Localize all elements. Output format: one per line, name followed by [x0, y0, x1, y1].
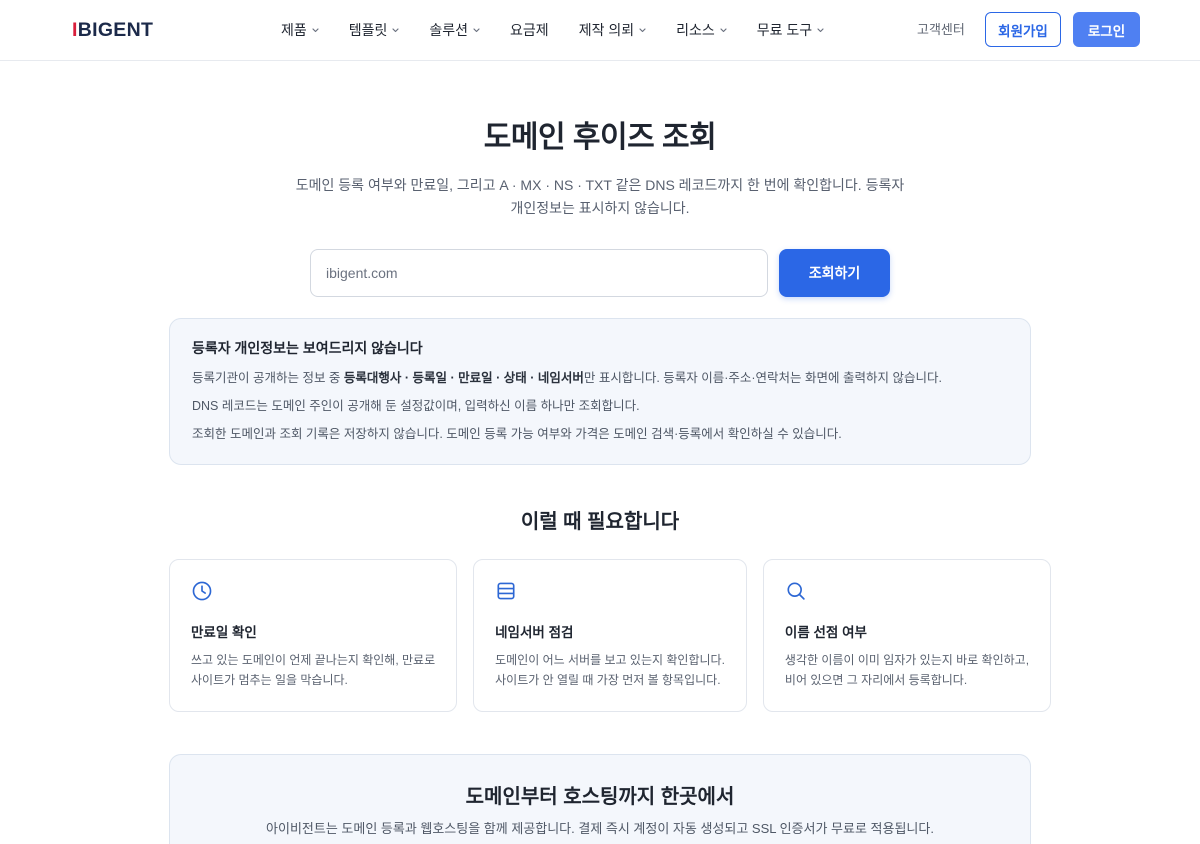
card-description: 생각한 이름이 이미 임자가 있는지 바로 확인하고, 비어 있으면 그 자리에… [785, 650, 1029, 690]
notice-body: 등록기관이 공개하는 정보 중 등록대행사 · 등록일 · 만료일 · 상태 ·… [192, 364, 1008, 448]
nav-item-label: 제품 [281, 22, 307, 38]
chevron-down-icon [817, 27, 824, 32]
nav-item-products[interactable]: 제품 [281, 20, 319, 40]
use-cases-heading: 이럴 때 필요합니다 [520, 511, 680, 533]
use-case-card-availability: 이름 선점 여부 생각한 이름이 이미 임자가 있는지 바로 확인하고, 비어 … [762, 559, 1052, 712]
card-description: 쓰고 있는 도메인이 언제 끝나는지 확인해, 만료로 사이트가 멈추는 일을 … [191, 650, 435, 690]
notice-text: 등록기관이 공개하는 정보 중 [192, 371, 344, 385]
support-link[interactable]: 고객센터 [917, 21, 965, 39]
chevron-down-icon [720, 27, 727, 32]
promo-banner: 도메인부터 호스팅까지 한곳에서 아이비전트는 도메인 등록과 웹호스팅을 함께… [169, 754, 1031, 844]
card-title: 네임서버 점검 [495, 625, 574, 640]
chevron-down-icon [312, 27, 319, 32]
nav-item-label: 리소스 [676, 22, 715, 38]
clock-icon [191, 580, 213, 602]
card-title: 만료일 확인 [191, 625, 257, 640]
notice-text: 만 표시합니다. 등록자 이름·주소·연락처는 화면에 출력하지 않습니다. [583, 371, 942, 385]
notice-line: 등록기관이 공개하는 정보 중 등록대행사 · 등록일 · 만료일 · 상태 ·… [192, 364, 1008, 392]
login-button[interactable]: 로그인 [1073, 12, 1140, 47]
nav-item-solutions[interactable]: 솔루션 [429, 20, 480, 40]
page-subtitle-line: 개인정보는 표시하지 않습니다. [510, 200, 690, 216]
domain-search-input[interactable] [310, 249, 768, 297]
card-description-line: 사이트가 멈추는 일을 막습니다. [191, 673, 348, 687]
notice-line: 조회한 도메인과 조회 기록은 저장하지 않습니다. 도메인 등록 가능 여부와… [192, 427, 842, 441]
logo[interactable]: IBIGENT [72, 19, 153, 41]
site-header: IBIGENT 제품 템플릿 솔루션 요금제 제작 의뢰 리소스 무료 도구 고… [0, 0, 1200, 61]
chevron-down-icon [392, 27, 400, 32]
card-description: 도메인이 어느 서버를 보고 있는지 확인합니다. 사이트가 안 열릴 때 가장… [495, 650, 725, 690]
use-case-card-expiry: 만료일 확인 쓰고 있는 도메인이 언제 끝나는지 확인해, 만료로 사이트가 … [169, 559, 458, 712]
page-title: 도메인 후이즈 조회 [483, 121, 717, 154]
promo-text: 아이비전트는 도메인 등록과 웹호스팅을 함께 제공합니다. 결제 즉시 계정이… [266, 821, 934, 836]
card-description-line: 도메인이 어느 서버를 보고 있는지 확인합니다. [495, 653, 725, 667]
nav-item-resources[interactable]: 리소스 [676, 20, 727, 40]
signup-button[interactable]: 회원가입 [985, 12, 1061, 47]
nav-item-custom-build[interactable]: 제작 의뢰 [579, 20, 646, 40]
nav-item-label: 솔루션 [429, 22, 469, 38]
promo-heading: 도메인부터 호스팅까지 한곳에서 [465, 786, 735, 808]
card-description-line: 쓰고 있는 도메인이 언제 끝나는지 확인해, 만료로 [191, 653, 436, 667]
notice-line: DNS 레코드는 도메인 주인이 공개해 둔 설정값이며, 입력하신 이름 하나… [192, 399, 640, 413]
card-description-line: 생각한 이름이 이미 임자가 있는지 바로 확인하고, [784, 653, 1030, 667]
lookup-button[interactable]: 조회하기 [779, 249, 890, 297]
nav-item-templates[interactable]: 템플릿 [349, 20, 400, 40]
notice-emphasis: 등록대행사 · 등록일 · 만료일 · 상태 · 네임서버 [343, 371, 584, 385]
card-title: 이름 선점 여부 [784, 625, 867, 640]
chevron-down-icon [639, 27, 646, 32]
notice-title: 등록자 개인정보는 보여드리지 않습니다 [192, 340, 423, 356]
nav-item-label: 요금제 [510, 22, 549, 38]
nav-item-pricing[interactable]: 요금제 [510, 20, 549, 40]
card-description-line: 사이트가 안 열릴 때 가장 먼저 볼 항목입니다. [495, 673, 721, 687]
nav-item-free-tools[interactable]: 무료 도구 [757, 20, 824, 40]
nav-item-label: 템플릿 [348, 22, 388, 38]
use-case-cards: 만료일 확인 쓰고 있는 도메인이 언제 끝나는지 확인해, 만료로 사이트가 … [169, 559, 1052, 712]
page-subtitle-line: 도메인 등록 여부와 만료일, 그리고 A · MX · NS · TXT 같은… [295, 177, 905, 193]
chevron-down-icon [473, 27, 480, 32]
privacy-notice: 등록자 개인정보는 보여드리지 않습니다 등록기관이 공개하는 정보 중 등록대… [169, 318, 1031, 465]
main-nav: 제품 템플릿 솔루션 요금제 제작 의뢰 리소스 무료 도구 [281, 0, 824, 60]
use-case-card-nameserver: 네임서버 점검 도메인이 어느 서버를 보고 있는지 확인합니다. 사이트가 안… [473, 559, 747, 712]
page-subtitle: 도메인 등록 여부와 만료일, 그리고 A · MX · NS · TXT 같은… [0, 174, 1200, 220]
card-description-line: 비어 있으면 그 자리에서 등록합니다. [784, 673, 968, 687]
nav-item-label: 무료 도구 [756, 22, 813, 38]
search-icon [785, 580, 807, 602]
server-icon [495, 580, 517, 602]
nav-item-label: 제작 의뢰 [578, 22, 635, 38]
